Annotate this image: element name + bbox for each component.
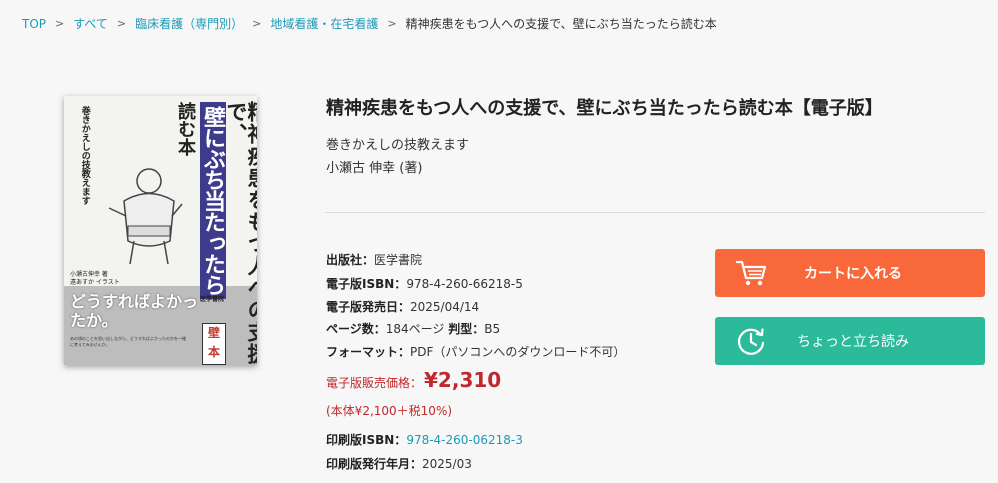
cover-illustration bbox=[108, 168, 183, 265]
print-date-row: 印刷版発行年月：2025/03 bbox=[326, 457, 472, 471]
product-subtitle: 巻きかえしの技教えます bbox=[326, 138, 470, 153]
breadcrumb-separator: > bbox=[387, 17, 397, 30]
print-isbn-row: 印刷版ISBN：978-4-260-06218-3 bbox=[326, 433, 523, 447]
add-to-cart-button[interactable]: カートに入れる bbox=[715, 249, 985, 297]
print-isbn-link[interactable]: 978-4-260-06218-3 bbox=[406, 433, 523, 447]
cover-stamp: 壁本 bbox=[202, 323, 226, 365]
ebook-date-value: 2025/04/14 bbox=[410, 300, 480, 314]
print-date-value: 2025/03 bbox=[422, 457, 472, 471]
breadcrumb-all[interactable]: すべて bbox=[73, 15, 108, 32]
cover-blurb: あの頃のことを思い出しながら、どうすればよかったのかを一緒に考えてみませんか。 bbox=[70, 336, 186, 347]
ebook-date-row: 電子版発売日：2025/04/14 bbox=[326, 300, 480, 314]
book-cover-image[interactable]: 精神疾患をもつ人への支援で、 壁にぶち当たったら 読む本 巻きかえしの技教えます… bbox=[64, 96, 257, 365]
publisher-row: 出版社：医学書院 bbox=[326, 253, 423, 267]
pages-value: 184ページ bbox=[385, 322, 445, 336]
breadcrumb-separator: > bbox=[55, 17, 65, 30]
ebook-isbn-value: 978-4-260-66218-5 bbox=[406, 277, 523, 291]
cover-catchphrase: どうすればよかったか。 bbox=[70, 292, 199, 331]
add-to-cart-label: カートに入れる bbox=[804, 266, 902, 282]
preview-button[interactable]: ちょっと立ち読み bbox=[715, 317, 985, 365]
publisher-value: 医学書院 bbox=[374, 253, 423, 267]
cart-icon bbox=[735, 257, 767, 289]
section-divider bbox=[325, 212, 985, 213]
pages-row: ページ数：184ページ 判型：B5 bbox=[326, 322, 501, 336]
breadcrumb-clinical-nursing[interactable]: 臨床看護（専門別） bbox=[135, 15, 243, 32]
product-title: 精神疾患をもつ人への支援で、壁にぶち当たったら読む本【電子版】 bbox=[326, 98, 883, 119]
price-tax-note: (本体¥2,100＋税10%) bbox=[326, 404, 453, 418]
clock-icon bbox=[735, 325, 767, 357]
cover-subtitle: 巻きかえしの技教えます bbox=[79, 106, 90, 205]
breadcrumb: TOP > すべて > 臨床看護（専門別） > 地域看護・在宅看護 > 精神疾患… bbox=[22, 15, 717, 32]
preview-label: ちょっと立ち読み bbox=[797, 334, 909, 350]
cover-author: 小瀬古伸幸 著 遠あすか イラスト bbox=[70, 271, 120, 287]
cover-title-col2: 壁にぶち当たったら bbox=[200, 102, 226, 299]
format-row: フォーマット：PDF（パソコンへのダウンロード不可） bbox=[326, 345, 626, 359]
breadcrumb-separator: > bbox=[252, 17, 262, 30]
breadcrumb-separator: > bbox=[116, 17, 127, 30]
format-size-value: B5 bbox=[484, 322, 501, 336]
breadcrumb-current: 精神疾患をもつ人への支援で、壁にぶち当たったら読む本 bbox=[405, 17, 717, 31]
product-author: 小瀬古 伸幸 (著) bbox=[326, 161, 423, 176]
breadcrumb-top[interactable]: TOP bbox=[22, 17, 46, 31]
price-value: ¥2,310 bbox=[424, 368, 502, 392]
cover-title-col3: 読む本 bbox=[175, 102, 196, 156]
format-value: PDF（パソコンへのダウンロード不可） bbox=[410, 345, 626, 359]
cover-publisher: 医学書院 bbox=[200, 296, 225, 303]
breadcrumb-community-nursing[interactable]: 地域看護・在宅看護 bbox=[270, 15, 378, 32]
ebook-isbn-row: 電子版ISBN：978-4-260-66218-5 bbox=[326, 277, 523, 291]
cover-title-col1: 精神疾患をもつ人への支援で、 bbox=[224, 101, 257, 365]
price-row: 電子版販売価格： ¥2,310 bbox=[326, 368, 501, 392]
price-label: 電子版販売価格： bbox=[326, 376, 423, 390]
